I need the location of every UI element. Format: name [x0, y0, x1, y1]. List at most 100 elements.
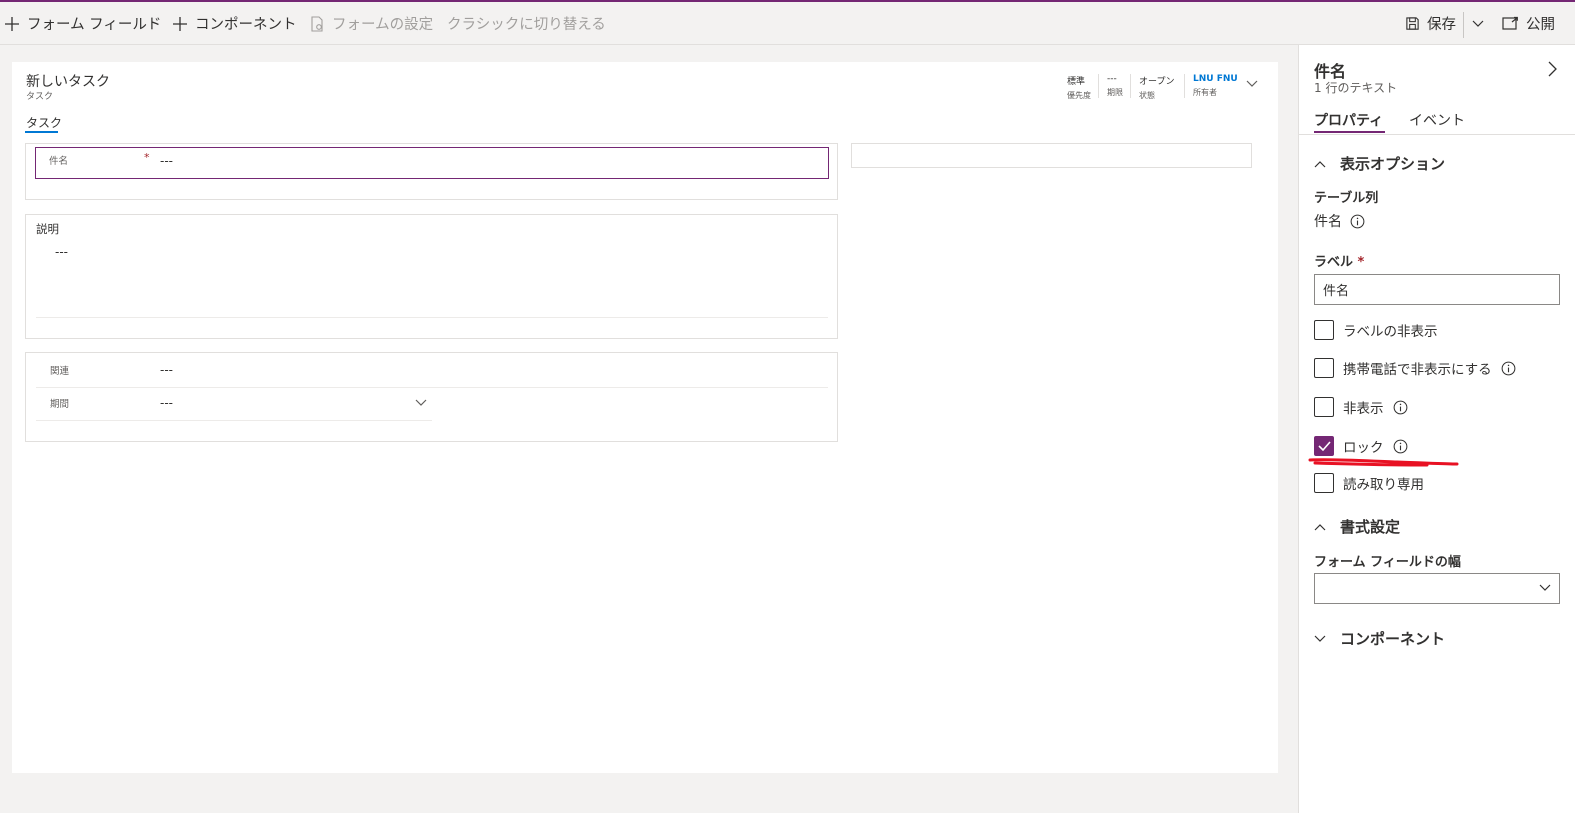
subject-field[interactable]: 件名 * ---	[35, 147, 829, 179]
header-separator	[1098, 74, 1099, 98]
chevron-down-icon	[1314, 635, 1326, 642]
form-settings-button[interactable]: フォームの設定	[309, 2, 433, 45]
checkbox-box[interactable]	[1314, 473, 1334, 493]
command-bar: フォーム フィールド コンポーネント フォームの設定 クラシックに切り替える 保…	[0, 2, 1575, 45]
form-section-description[interactable]: 説明 ---	[25, 214, 838, 339]
save-button[interactable]: 保存	[1405, 2, 1456, 45]
regarding-value[interactable]: ---	[160, 363, 173, 377]
header-field-due[interactable]: --- 期限	[1107, 74, 1123, 98]
description-label: 説明	[36, 222, 59, 236]
required-marker: *	[144, 151, 150, 164]
components-title: コンポーネント	[1340, 630, 1446, 648]
checkbox-box-checked[interactable]	[1314, 436, 1334, 456]
chevron-right-icon[interactable]	[1547, 61, 1557, 77]
tab-divider	[1299, 134, 1575, 135]
form-section-details[interactable]: 関連 --- 期間 ---	[25, 352, 838, 442]
info-icon[interactable]	[1393, 400, 1408, 415]
publish-label: 公開	[1526, 17, 1555, 33]
header-field-owner[interactable]: LNU FNU 所有者	[1193, 74, 1238, 98]
red-underline-annotation	[1308, 458, 1459, 467]
tab-active-indicator	[1314, 131, 1385, 133]
checkbox-label: ラベルの非表示	[1343, 324, 1438, 340]
add-form-field-button[interactable]: フォーム フィールド	[4, 2, 161, 45]
checkbox-hide[interactable]: 非表示	[1314, 397, 1408, 417]
info-icon[interactable]	[1393, 439, 1408, 454]
info-icon[interactable]	[1350, 214, 1365, 229]
form-field-width-label: フォーム フィールドの幅	[1314, 555, 1461, 570]
table-column-label: テーブル列	[1314, 191, 1379, 206]
label-input[interactable]	[1314, 274, 1560, 305]
checkbox-hide-on-phone[interactable]: 携帯電話で非表示にする	[1314, 358, 1516, 378]
form-subtitle: タスク	[26, 92, 54, 102]
table-column-value: 件名	[1314, 211, 1365, 231]
form-title: 新しいタスク	[26, 74, 110, 90]
form-canvas: 新しいタスク タスク 標準 優先度 --- 期限 オープン 状態 LNU FNU…	[12, 62, 1278, 773]
table-column-text: 件名	[1314, 214, 1342, 230]
checkbox-box[interactable]	[1314, 358, 1334, 378]
display-options-header[interactable]: 表示オプション	[1314, 153, 1445, 174]
subject-value: ---	[160, 154, 173, 168]
plus-icon	[5, 16, 19, 31]
document-settings-icon	[311, 15, 323, 32]
description-value[interactable]: ---	[55, 245, 68, 259]
duration-label: 期間	[50, 399, 70, 410]
switch-to-classic-label: クラシックに切り替える	[447, 17, 606, 33]
format-settings-header[interactable]: 書式設定	[1314, 516, 1400, 537]
publish-icon	[1502, 16, 1518, 30]
publish-button[interactable]: 公開	[1502, 2, 1555, 45]
subject-label: 件名	[49, 156, 69, 167]
switch-to-classic-button[interactable]: クラシックに切り替える	[447, 2, 606, 45]
duration-value[interactable]: ---	[160, 396, 173, 410]
save-icon	[1406, 17, 1419, 30]
chevron-down-icon[interactable]	[1246, 80, 1258, 88]
form-section-general[interactable]: 件名 * ---	[25, 143, 838, 200]
add-form-field-label: フォーム フィールド	[27, 17, 162, 33]
checkbox-label: 読み取り専用	[1343, 477, 1424, 493]
tab-properties[interactable]: プロパティ	[1314, 110, 1383, 130]
label-field-text: ラベル	[1314, 255, 1354, 270]
checkbox-lock[interactable]: ロック	[1314, 436, 1408, 456]
checkbox-read-only[interactable]: 読み取り専用	[1314, 473, 1424, 493]
panel-subtitle: 1 行のテキスト	[1314, 81, 1398, 95]
plus-icon	[173, 16, 187, 31]
chevron-down-icon[interactable]	[415, 399, 427, 407]
header-field-value: 標準	[1067, 77, 1086, 87]
regarding-label: 関連	[50, 366, 70, 377]
chevron-up-icon	[1314, 523, 1326, 530]
field-divider	[36, 387, 828, 388]
tab-task[interactable]: タスク	[26, 114, 62, 131]
form-section-empty[interactable]	[851, 143, 1252, 168]
checkbox-label: ロック	[1343, 440, 1384, 456]
header-field-priority[interactable]: 標準 優先度	[1067, 74, 1091, 101]
header-separator	[1184, 74, 1185, 98]
header-field-label: 所有者	[1193, 88, 1217, 97]
add-component-button[interactable]: コンポーネント	[172, 2, 297, 45]
format-settings-title: 書式設定	[1340, 518, 1401, 536]
checkbox-box[interactable]	[1314, 320, 1334, 340]
tab-events[interactable]: イベント	[1409, 110, 1465, 130]
save-label: 保存	[1427, 17, 1456, 33]
components-header[interactable]: コンポーネント	[1314, 628, 1445, 649]
form-field-width-select[interactable]	[1314, 573, 1560, 604]
header-field-label: 優先度	[1067, 91, 1091, 100]
info-icon[interactable]	[1501, 361, 1516, 376]
checkbox-box[interactable]	[1314, 397, 1334, 417]
properties-panel: 件名 1 行のテキスト プロパティ イベント 表示オプション テーブル列 件名 …	[1298, 45, 1575, 813]
header-field-value: LNU FNU	[1193, 74, 1238, 84]
checkbox-hide-label[interactable]: ラベルの非表示	[1314, 320, 1438, 340]
form-settings-label: フォームの設定	[332, 17, 434, 33]
field-divider	[36, 420, 432, 421]
checkbox-label: 携帯電話で非表示にする	[1343, 362, 1492, 378]
add-component-label: コンポーネント	[195, 17, 297, 33]
toolbar-divider	[1463, 12, 1464, 38]
header-field-label: 期限	[1107, 88, 1123, 97]
save-options-dropdown[interactable]	[1472, 2, 1491, 45]
checkmark-icon	[1317, 441, 1331, 451]
header-field-value: オープン	[1139, 77, 1175, 87]
label-field-label: ラベル *	[1314, 251, 1364, 270]
chevron-down-icon	[1539, 584, 1551, 591]
header-field-status[interactable]: オープン 状態	[1139, 74, 1174, 101]
header-separator	[1130, 74, 1131, 98]
required-marker: *	[1357, 255, 1365, 270]
header-field-value: ---	[1107, 74, 1117, 84]
